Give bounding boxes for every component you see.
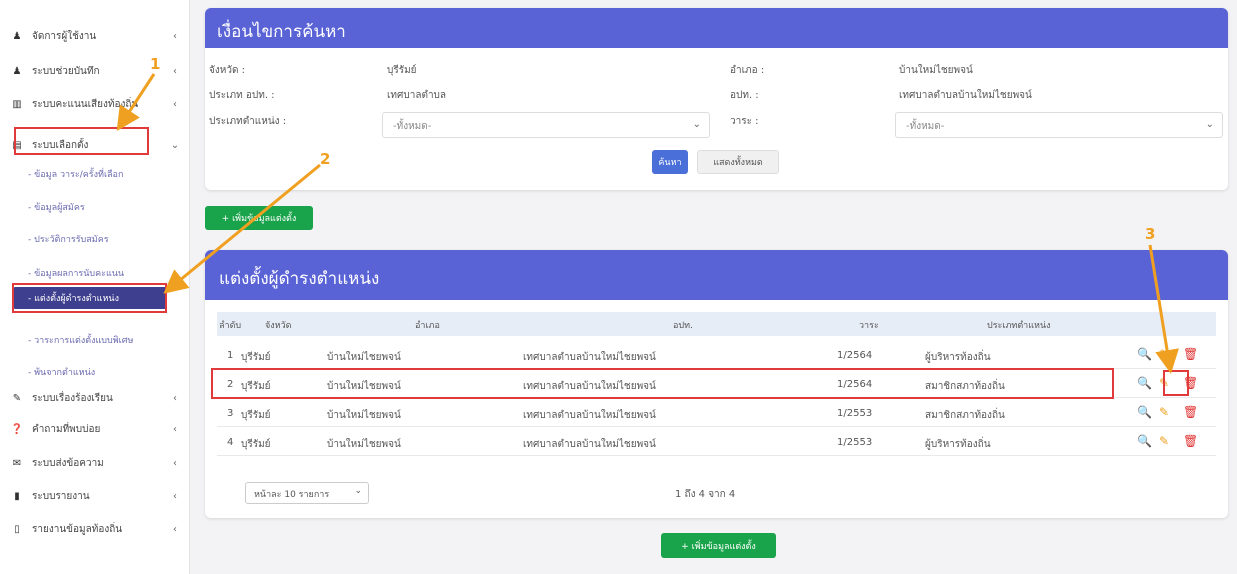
annotation-number-1: 1: [150, 55, 161, 73]
arrow-3: [1148, 244, 1179, 374]
arrow-1: [116, 73, 156, 132]
annotation-number-2: 2: [320, 150, 331, 168]
annotation-number-3: 3: [1145, 225, 1156, 243]
annotation-arrows: [116, 73, 1179, 374]
arrow-2: [163, 163, 321, 294]
